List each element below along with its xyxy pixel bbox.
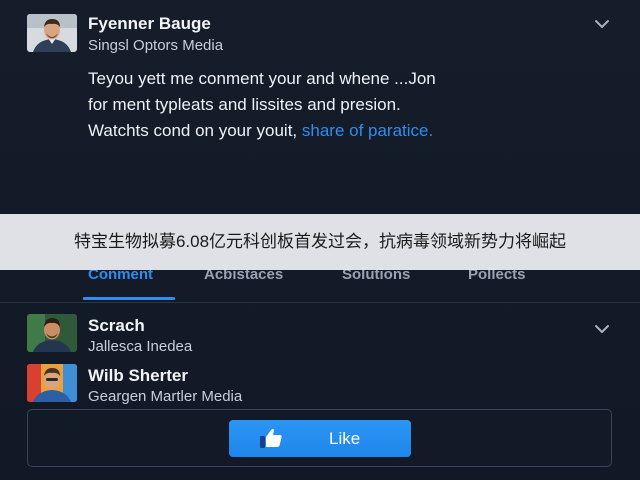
comment-author-name[interactable]: Wilb Sherter	[88, 366, 188, 386]
post-body-line: Teyou yett me conment your and whene ...…	[88, 69, 436, 88]
post-card: Fyenner Bauge Singsl Optors Media Teyou …	[0, 0, 640, 215]
news-banner: 特宝生物拟募6.08亿元科创板首发过会，抗病毒领域新势力将崛起	[0, 214, 640, 270]
chevron-down-icon[interactable]	[594, 324, 610, 334]
like-button[interactable]: Like	[229, 420, 411, 457]
like-label: Like	[329, 429, 361, 448]
post-body: Teyou yett me conment your and whene ...…	[88, 66, 608, 144]
avatar[interactable]	[27, 314, 77, 352]
chevron-down-icon[interactable]	[594, 19, 610, 29]
avatar[interactable]	[27, 14, 77, 52]
avatar[interactable]	[27, 364, 77, 402]
thumbs-up-icon	[260, 429, 282, 448]
comment-item: Wilb Sherter Geargen Martler Media	[0, 364, 640, 412]
comment-author-name[interactable]: Scrach	[88, 316, 145, 336]
post-body-line: Watchts cond on your youit, share of par…	[88, 118, 608, 144]
comment-author-subtitle: Geargen Martler Media	[88, 388, 243, 405]
post-body-text: Watchts cond on your youit,	[88, 121, 302, 140]
active-tab-indicator	[83, 297, 175, 300]
comment-author-subtitle: Jallesca Inedea	[88, 338, 193, 355]
post-body-line: for ment typleats and lissites and presi…	[88, 95, 401, 114]
like-container: Like	[27, 409, 612, 467]
post-author-subtitle: Singsl Optors Media	[88, 37, 224, 54]
share-link[interactable]: share of paratice.	[302, 121, 433, 140]
comment-item: Scrach Jallesca Inedea	[0, 314, 640, 362]
post-author-name[interactable]: Fyenner Bauge	[88, 14, 211, 34]
